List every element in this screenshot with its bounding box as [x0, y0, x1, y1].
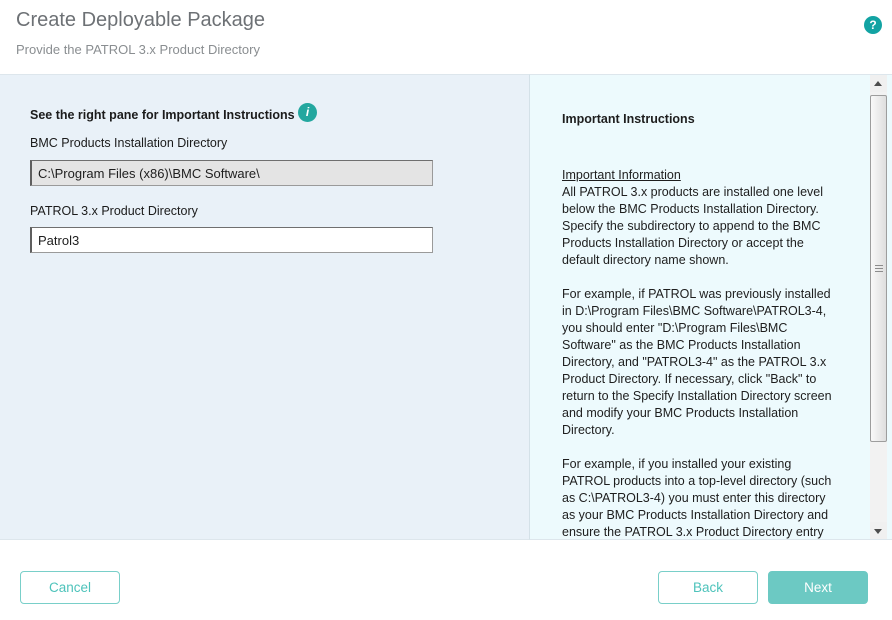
instruction-note: See the right pane for Important Instruc… [30, 108, 295, 122]
cancel-button[interactable]: Cancel [20, 571, 120, 604]
bmc-directory-field[interactable] [30, 160, 433, 186]
scrollbar-grip-icon [875, 265, 883, 272]
important-information-heading: Important Information [562, 167, 884, 184]
arrow-up-icon [874, 81, 882, 86]
scroll-up-button[interactable] [870, 75, 887, 92]
wizard-footer: Cancel Back Next [0, 540, 892, 620]
scroll-down-button[interactable] [870, 522, 887, 539]
bmc-directory-label: BMC Products Installation Directory [30, 136, 227, 150]
wizard-header: Create Deployable Package Provide the PA… [0, 0, 892, 74]
page-subtitle: Provide the PATROL 3.x Product Directory [16, 42, 260, 57]
patrol-directory-field[interactable] [30, 227, 433, 253]
arrow-down-icon [874, 529, 882, 534]
instructions-content: Important Instructions Important Informa… [562, 111, 884, 540]
instructions-pane: Important Instructions Important Informa… [529, 74, 892, 540]
info-icon[interactable]: i [298, 103, 317, 122]
scrollbar-thumb[interactable] [870, 95, 887, 442]
back-button[interactable]: Back [658, 571, 758, 604]
wizard-window: Create Deployable Package Provide the PA… [0, 0, 892, 620]
patrol-directory-label: PATROL 3.x Product Directory [30, 204, 198, 218]
next-button[interactable]: Next [768, 571, 868, 604]
instructions-paragraph: For example, if you installed your exist… [562, 456, 884, 540]
form-pane: See the right pane for Important Instruc… [0, 74, 529, 540]
help-icon[interactable]: ? [864, 16, 882, 34]
instructions-heading: Important Instructions [562, 111, 884, 128]
page-title: Create Deployable Package [16, 9, 265, 32]
instructions-paragraph: All PATROL 3.x products are installed on… [562, 184, 884, 269]
instructions-paragraph: For example, if PATROL was previously in… [562, 286, 884, 439]
vertical-scrollbar[interactable] [870, 75, 887, 539]
